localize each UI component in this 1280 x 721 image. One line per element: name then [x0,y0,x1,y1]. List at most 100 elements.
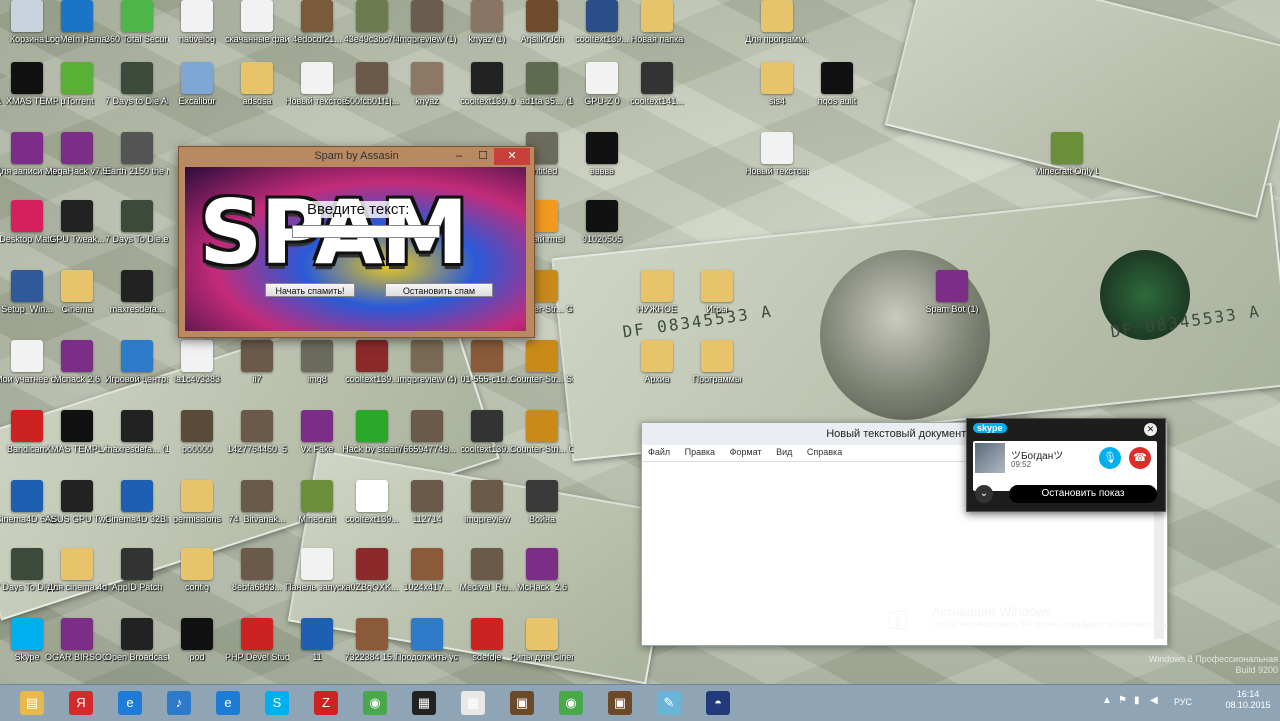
taskbar-minecraft-2-button[interactable]: ▣ [602,687,638,719]
desktop-icon[interactable]: Excalibur [165,62,229,130]
menu-edit[interactable]: Правка [679,445,721,459]
hang-up-icon[interactable]: ☎ [1129,447,1151,469]
taskbar-media-player-button[interactable]: ♪ [161,687,197,719]
maximize-button[interactable]: ☐ [470,148,496,165]
microphone-icon[interactable]: 🎙 [1099,447,1121,469]
network-icon[interactable]: ▮ [1134,695,1140,706]
desktop-icon[interactable]: permissions [165,480,229,548]
desktop-icon[interactable]: Cinema [45,270,109,338]
desktop-icon[interactable]: maxresdefa... [105,270,169,338]
desktop-icon-label: permissions [172,514,221,524]
desktop-icon[interactable]: MegaHack v7.5 (32bit) [45,132,109,200]
language-indicator[interactable]: РУС [1174,697,1192,707]
desktop-icon[interactable]: Игры [685,270,749,338]
desktop-icon[interactable]: ii7 [225,340,289,408]
start-spam-button[interactable]: Начать спамить! [265,283,355,297]
desktop-icon[interactable]: sis4 [745,62,809,130]
desktop-icon[interactable]: imgpreview (1) [395,0,459,68]
desktop-icon[interactable]: ASUS GPU Tweak [45,480,109,548]
taskbar-chrome-button[interactable]: ◉ [357,687,393,719]
desktop-icon[interactable]: 1427764460_5 [225,410,289,478]
desktop-icon[interactable]: Minecraft Only Laun... [1035,132,1099,200]
desktop-icon[interactable]: 0_ad1ta 35... (1) [510,62,574,130]
desktop-icon[interactable]: Новый текстовый... [745,132,809,200]
desktop-icon[interactable]: pod [165,618,229,684]
desktop-icon[interactable]: XMAS TEMPLATE [45,410,109,478]
desktop-icon[interactable]: ввввв [570,132,634,200]
taskbar-notepad-button[interactable]: ✎ [651,687,687,719]
desktop-icon[interactable]: 7665947748... [395,410,459,478]
desktop-icon[interactable]: Для программ... [745,0,809,68]
menu-format[interactable]: Формат [724,445,768,459]
desktop-icon[interactable]: po0000 [165,410,229,478]
taskbar-spam-app-button[interactable]: ◓ [700,687,736,719]
desktop-icon[interactable]: 7 Days To Die.exe [105,200,169,268]
chevron-down-icon[interactable]: ⌄ [975,485,993,503]
menu-file[interactable]: Файл [642,445,676,459]
desktop-icon[interactable]: Counter-Stri... Condition Z... [510,410,574,478]
desktop-icon[interactable]: PHP Devel Studio 2010 [225,618,289,684]
desktop-icon[interactable]: НУЖНОЕ [625,270,689,338]
desktop-icon[interactable]: 1024x417... [395,548,459,616]
volume-icon[interactable]: ◀ [1150,695,1158,706]
taskbar-file-explorer-button[interactable]: ▤ [14,687,50,719]
desktop-icon[interactable]: 8ebfa6833... [225,548,289,616]
spam-text-input[interactable] [292,225,440,238]
desktop-icon[interactable]: Counter-Str... Source [510,340,574,408]
desktop-icon[interactable]: Война [510,480,574,548]
minimize-button[interactable]: – [446,148,472,165]
desktop-icon[interactable]: OGAR BIRSOOU [45,618,109,684]
desktop-icon[interactable]: скачанные файлы [225,0,289,68]
taskbar-skype-button[interactable]: S [259,687,295,719]
desktop-icon[interactable]: LogMeIn Hamachi [45,0,109,68]
desktop-icon[interactable]: hqos aulit [805,62,869,130]
desktop-icon[interactable]: µTorrent [45,62,109,130]
taskbar-minecraft-button[interactable]: ▣ [504,687,540,719]
desktop-icon[interactable]: 112714 [395,480,459,548]
menu-help[interactable]: Справка [801,445,848,459]
desktop-icon[interactable]: 360 Total Security [105,0,169,68]
clock[interactable]: 16:14 08.10.2015 [1216,689,1280,711]
desktop-icon[interactable]: Продолжить установку... [395,618,459,684]
desktop-icon[interactable]: Новая папка [625,0,689,68]
menu-view[interactable]: Вид [770,445,798,459]
desktop-icon[interactable]: ArjsilKrJch [510,0,574,68]
desktop-icon[interactable]: AppID Patch [105,548,169,616]
taskbar-filezilla-button[interactable]: Z [308,687,344,719]
desktop-icon[interactable]: Игровой центр@Mail [105,340,169,408]
desktop-icon[interactable]: Earth 2150 the Moon... [105,132,169,200]
desktop-icon[interactable]: knyaz [395,62,459,130]
stop-sharing-button[interactable]: Остановить показ [1009,485,1157,503]
taskbar-internet-explorer-button[interactable]: e [112,687,148,719]
desktop-icon[interactable]: Архив [625,340,689,408]
desktop-icon[interactable]: 7 Days to Die Alpha [105,62,169,130]
show-hidden-icons-icon[interactable]: ▲ [1102,695,1112,706]
taskbar-yandex-browser-button[interactable]: Я [63,687,99,719]
desktop-icon[interactable]: Cinema4D 32Bit [105,480,169,548]
desktop-icon[interactable]: Open Broadcast... [105,618,169,684]
desktop-icon[interactable]: Spam Bot (1) [920,270,984,338]
desktop-icon[interactable]: Mcnack 2.6 [45,340,109,408]
desktop-icon[interactable]: nativelog [165,0,229,68]
desktop-icon[interactable]: adsdsa [225,62,289,130]
desktop-icon[interactable]: GPU Tweak... [45,200,109,268]
stop-spam-button[interactable]: Остановить спам [385,283,493,297]
desktop-icon[interactable]: 91020505 [570,200,634,268]
desktop-icon[interactable]: maxresdefa... (1) [105,410,169,478]
desktop-icon[interactable]: 74_Bitvanak... [225,480,289,548]
desktop-icon[interactable]: imgpreview (4) [395,340,459,408]
action-center-icon[interactable]: ⚑ [1118,695,1127,706]
close-button[interactable]: ✕ [494,148,530,165]
close-icon[interactable]: ✕ [1144,423,1157,436]
taskbar-internet-explorer-2-button[interactable]: e [210,687,246,719]
desktop-icon[interactable]: cooltext141... [625,62,689,130]
desktop-icon[interactable]: Программы [685,340,749,408]
desktop-icon[interactable]: McHack_2.6 [510,548,574,616]
desktop-icon[interactable]: Для cinema 4d [45,548,109,616]
taskbar-app-grid-button[interactable]: ▦ [455,687,491,719]
desktop-icon[interactable]: config [165,548,229,616]
taskbar-chrome-2-button[interactable]: ◉ [553,687,589,719]
taskbar-video-editor-button[interactable]: ▦ [406,687,442,719]
desktop-icon[interactable]: Рипы для Cinema 4D [510,618,574,684]
desktop-icon[interactable]: la1c4v3383 [165,340,229,408]
